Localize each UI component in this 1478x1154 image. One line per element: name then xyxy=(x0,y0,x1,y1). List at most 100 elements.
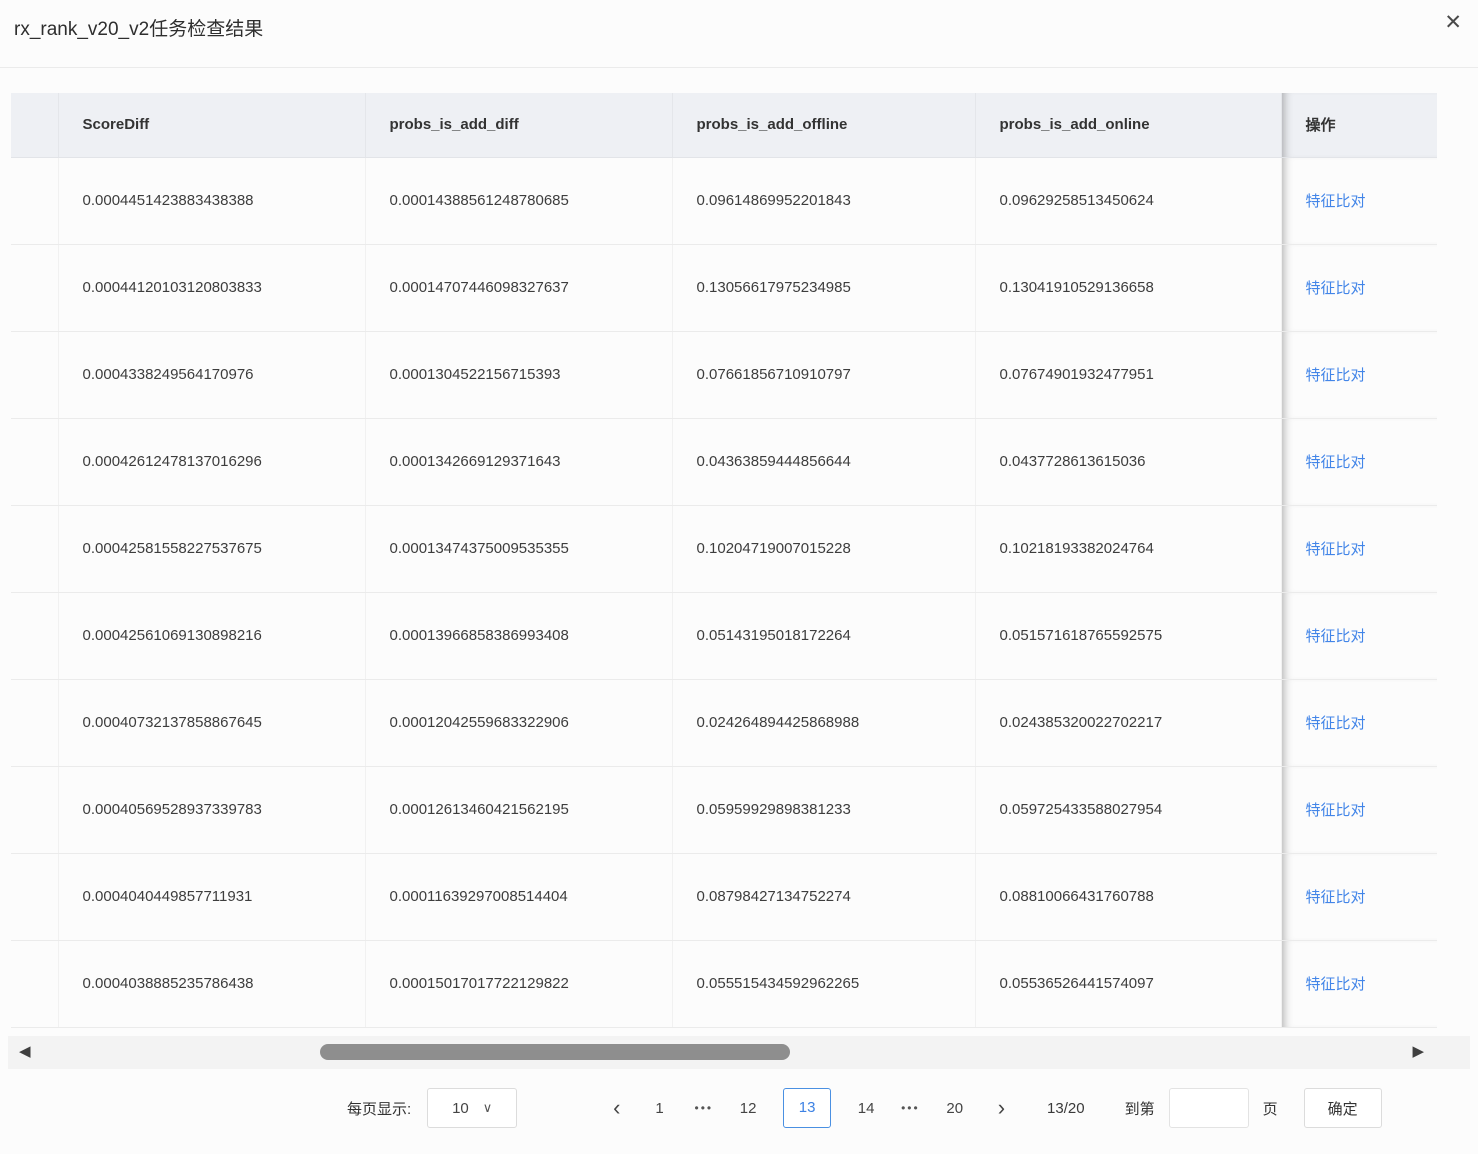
action-cell: 特征比对 xyxy=(1281,940,1437,1028)
row-spacer-cell xyxy=(11,418,59,506)
probs-is-add-offline-cell: 0.08798427134752274 xyxy=(672,853,976,941)
probs-is-add-diff-cell: 0.00013966858386993408 xyxy=(365,592,673,680)
probs-is-add-offline-cell: 0.055515434592962265 xyxy=(672,940,976,1028)
pager-page-20[interactable]: 20 xyxy=(942,1100,968,1117)
feature-compare-link[interactable]: 特征比对 xyxy=(1306,889,1366,906)
probs-is-add-offline-cell: 0.09614869952201843 xyxy=(672,157,976,245)
probs-is-add-diff-cell: 0.00014388561248780685 xyxy=(365,157,673,245)
action-cell: 特征比对 xyxy=(1281,679,1437,767)
scorediff-cell: 0.0004038885235786438 xyxy=(58,940,366,1028)
probs-is-add-diff-cell: 0.00015017017722129822 xyxy=(365,940,673,1028)
pager-pages: 1 ••• 12 13 14 ••• 20 xyxy=(647,1088,968,1128)
row-spacer-cell xyxy=(11,679,59,767)
probs-is-add-online-cell: 0.0437728613615036 xyxy=(975,418,1282,506)
feature-compare-link[interactable]: 特征比对 xyxy=(1306,976,1366,993)
page-size-value: 10 xyxy=(452,1099,469,1117)
pager-page-13[interactable]: 13 xyxy=(783,1088,832,1128)
row-spacer-cell xyxy=(11,592,59,680)
pager-page-14[interactable]: 14 xyxy=(853,1100,879,1117)
action-cell: 特征比对 xyxy=(1281,766,1437,854)
results-table: ScoreDiff probs_is_add_diff probs_is_add… xyxy=(11,93,1437,1028)
next-page-icon[interactable]: › xyxy=(998,1097,1005,1119)
table-row: 0.00042612478137016296 0.000134266912937… xyxy=(11,418,1437,506)
probs-is-add-diff-cell: 0.00012613460421562195 xyxy=(365,766,673,854)
scrollbar-thumb[interactable] xyxy=(320,1044,790,1060)
probs-is-add-online-cell: 0.10218193382024764 xyxy=(975,505,1282,593)
probs-is-add-online-cell: 0.024385320022702217 xyxy=(975,679,1282,767)
action-cell: 特征比对 xyxy=(1281,853,1437,941)
action-cell: 特征比对 xyxy=(1281,331,1437,419)
row-spacer-cell xyxy=(11,244,59,332)
feature-compare-link[interactable]: 特征比对 xyxy=(1306,454,1366,471)
table-row: 0.00044120103120803833 0.000147074460983… xyxy=(11,244,1437,332)
probs-is-add-offline-cell: 0.05143195018172264 xyxy=(672,592,976,680)
header-spacer xyxy=(11,93,59,158)
pager-page-12[interactable]: 12 xyxy=(735,1100,761,1117)
row-spacer-cell xyxy=(11,505,59,593)
table-row: 0.0004040449857711931 0.0001163929700851… xyxy=(11,853,1437,941)
action-cell: 特征比对 xyxy=(1281,244,1437,332)
scorediff-cell: 0.0004040449857711931 xyxy=(58,853,366,941)
scorediff-cell: 0.00040569528937339783 xyxy=(58,766,366,854)
prev-page-icon[interactable]: ‹ xyxy=(613,1097,620,1119)
table-row: 0.0004338249564170976 0.0001304522156715… xyxy=(11,331,1437,419)
scroll-left-icon[interactable]: ◀ xyxy=(19,1042,31,1062)
scorediff-cell: 0.00044120103120803833 xyxy=(58,244,366,332)
probs-is-add-diff-cell: 0.0001342669129371643 xyxy=(365,418,673,506)
goto-page-suffix: 页 xyxy=(1262,1100,1278,1118)
probs-is-add-offline-cell: 0.07661856710910797 xyxy=(672,331,976,419)
horizontal-scrollbar[interactable]: ◀ ▶ xyxy=(8,1036,1470,1069)
action-cell: 特征比对 xyxy=(1281,505,1437,593)
header-probs-is-add-diff: probs_is_add_diff xyxy=(365,93,673,158)
feature-compare-link[interactable]: 特征比对 xyxy=(1306,715,1366,732)
probs-is-add-diff-cell: 0.00014707446098327637 xyxy=(365,244,673,332)
probs-is-add-diff-cell: 0.00013474375009535355 xyxy=(365,505,673,593)
goto-page-input[interactable] xyxy=(1168,1088,1249,1128)
scroll-right-icon[interactable]: ▶ xyxy=(1412,1042,1424,1062)
scorediff-cell: 0.00040732137858867645 xyxy=(58,679,366,767)
confirm-button[interactable]: 确定 xyxy=(1303,1088,1382,1128)
probs-is-add-online-cell: 0.059725433588027954 xyxy=(975,766,1282,854)
row-spacer-cell xyxy=(11,853,59,941)
pagination-bar: 每页显示: 10 ∨ ‹ 1 ••• 12 13 14 ••• 20 › 13/20 到第 … xyxy=(0,1086,1478,1130)
feature-compare-link[interactable]: 特征比对 xyxy=(1306,628,1366,645)
probs-is-add-online-cell: 0.07674901932477951 xyxy=(975,331,1282,419)
page-size-select[interactable]: 10 ∨ xyxy=(427,1088,518,1128)
probs-is-add-offline-cell: 0.05959929898381233 xyxy=(672,766,976,854)
scorediff-cell: 0.00042612478137016296 xyxy=(58,418,366,506)
probs-is-add-online-cell: 0.051571618765592575 xyxy=(975,592,1282,680)
header-scorediff: ScoreDiff xyxy=(58,93,366,158)
scorediff-cell: 0.00042581558227537675 xyxy=(58,505,366,593)
page-title: rx_rank_v20_v2任务检查结果 xyxy=(14,19,264,40)
row-spacer-cell xyxy=(11,766,59,854)
feature-compare-link[interactable]: 特征比对 xyxy=(1306,367,1366,384)
scorediff-cell: 0.0004338249564170976 xyxy=(58,331,366,419)
modal-header: rx_rank_v20_v2任务检查结果 ✕ xyxy=(0,0,1478,68)
per-page-label: 每页显示: xyxy=(347,1100,412,1118)
probs-is-add-online-cell: 0.13041910529136658 xyxy=(975,244,1282,332)
goto-page-label: 到第 xyxy=(1124,1100,1155,1118)
table-row: 0.00040732137858867645 0.000120425596833… xyxy=(11,679,1437,767)
pager-ellipsis[interactable]: ••• xyxy=(901,1101,920,1115)
action-cell: 特征比对 xyxy=(1281,418,1437,506)
pager-ellipsis[interactable]: ••• xyxy=(695,1101,714,1115)
row-spacer-cell xyxy=(11,157,59,245)
row-spacer-cell xyxy=(11,940,59,1028)
table-row: 0.0004038885235786438 0.0001501701772212… xyxy=(11,940,1437,1028)
probs-is-add-offline-cell: 0.13056617975234985 xyxy=(672,244,976,332)
probs-is-add-offline-cell: 0.04363859444856644 xyxy=(672,418,976,506)
header-probs-is-add-online: probs_is_add_online xyxy=(975,93,1282,158)
feature-compare-link[interactable]: 特征比对 xyxy=(1306,802,1366,819)
pager-page-1[interactable]: 1 xyxy=(647,1100,673,1117)
table-row: 0.00040569528937339783 0.000126134604215… xyxy=(11,766,1437,854)
header-probs-is-add-offline: probs_is_add_offline xyxy=(672,93,976,158)
row-spacer-cell xyxy=(11,331,59,419)
feature-compare-link[interactable]: 特征比对 xyxy=(1306,193,1366,210)
table-row: 0.00042561069130898216 0.000139668583869… xyxy=(11,592,1437,680)
probs-is-add-diff-cell: 0.00012042559683322906 xyxy=(365,679,673,767)
close-icon[interactable]: ✕ xyxy=(1444,12,1462,33)
table-row: 0.00042581558227537675 0.000134743750095… xyxy=(11,505,1437,593)
feature-compare-link[interactable]: 特征比对 xyxy=(1306,280,1366,297)
feature-compare-link[interactable]: 特征比对 xyxy=(1306,541,1366,558)
table-row: 0.0004451423883438388 0.0001438856124878… xyxy=(11,157,1437,245)
